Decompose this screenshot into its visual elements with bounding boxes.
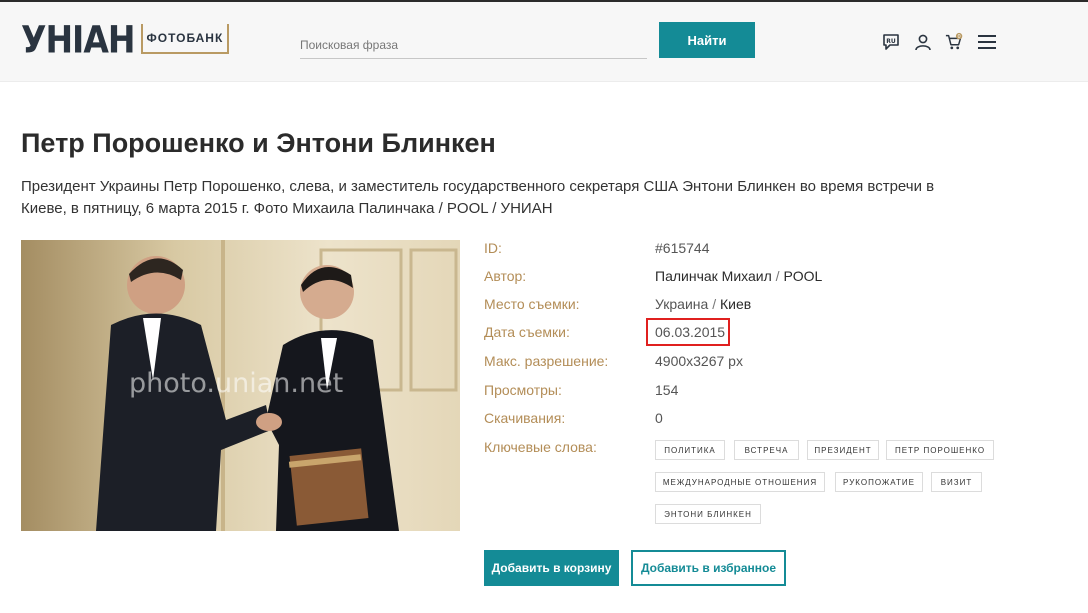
- photo-preview[interactable]: photo.unian.net: [21, 240, 460, 531]
- search-button[interactable]: Найти: [659, 22, 755, 58]
- place-country-link[interactable]: Украина: [655, 296, 708, 312]
- author-agency-link[interactable]: POOL: [783, 268, 822, 284]
- site-header: УНІАН ФОТОБАНК Найти RU 0: [0, 2, 1088, 82]
- logo-sub-text: ФОТОБАНК: [140, 24, 230, 54]
- language-badge: RU: [886, 38, 896, 45]
- date-label: Дата съемки:: [484, 324, 570, 340]
- place-city-link[interactable]: Киев: [720, 296, 751, 312]
- downloads-value: 0: [655, 410, 663, 426]
- photo-description: Президент Украины Петр Порошенко, слева,…: [21, 178, 935, 217]
- site-logo[interactable]: УНІАН ФОТОБАНК: [21, 17, 230, 61]
- id-value: #615744: [655, 240, 710, 256]
- keyword-tag[interactable]: международные отношения: [655, 472, 825, 492]
- cart-count-badge: 0: [957, 34, 960, 40]
- resolution-label: Макс. разрешение:: [484, 353, 609, 369]
- keywords-label: Ключевые слова:: [484, 439, 597, 455]
- keyword-tag[interactable]: петр порошенко: [886, 440, 994, 460]
- author-value: Палинчак Михаил / POOL: [655, 268, 822, 284]
- keyword-tag[interactable]: политика: [655, 440, 725, 460]
- menu-icon[interactable]: [977, 32, 997, 52]
- keyword-tag[interactable]: визит: [931, 472, 982, 492]
- add-to-favorites-button[interactable]: Добавить в избранное: [631, 550, 786, 586]
- place-value: Украина / Киев: [655, 296, 751, 312]
- resolution-value: 4900x3267 px: [655, 353, 743, 369]
- id-label: ID:: [484, 240, 502, 256]
- keyword-tag[interactable]: встреча: [734, 440, 799, 460]
- keyword-tag[interactable]: энтони блинкен: [655, 504, 761, 524]
- search-input[interactable]: [300, 32, 647, 59]
- page-title: Петр Порошенко и Энтони Блинкен: [21, 128, 496, 158]
- date-highlight-box: [646, 318, 730, 346]
- author-label: Автор:: [484, 268, 527, 284]
- add-to-cart-button[interactable]: Добавить в корзину: [484, 550, 619, 586]
- views-value: 154: [655, 382, 679, 398]
- logo-main-text: УНІАН: [21, 17, 135, 61]
- user-icon[interactable]: [913, 32, 933, 52]
- photo-watermark: photo.unian.net: [129, 368, 344, 399]
- language-icon[interactable]: RU: [881, 32, 901, 52]
- author-separator: /: [775, 268, 780, 284]
- keyword-tag[interactable]: президент: [807, 440, 879, 460]
- views-label: Просмотры:: [484, 382, 562, 398]
- downloads-label: Скачивания:: [484, 410, 566, 426]
- place-separator: /: [712, 296, 717, 312]
- author-name-link[interactable]: Палинчак Михаил: [655, 268, 772, 284]
- cart-icon[interactable]: 0: [945, 32, 965, 52]
- place-label: Место съемки:: [484, 296, 580, 312]
- keyword-tag[interactable]: рукопожатие: [835, 472, 923, 492]
